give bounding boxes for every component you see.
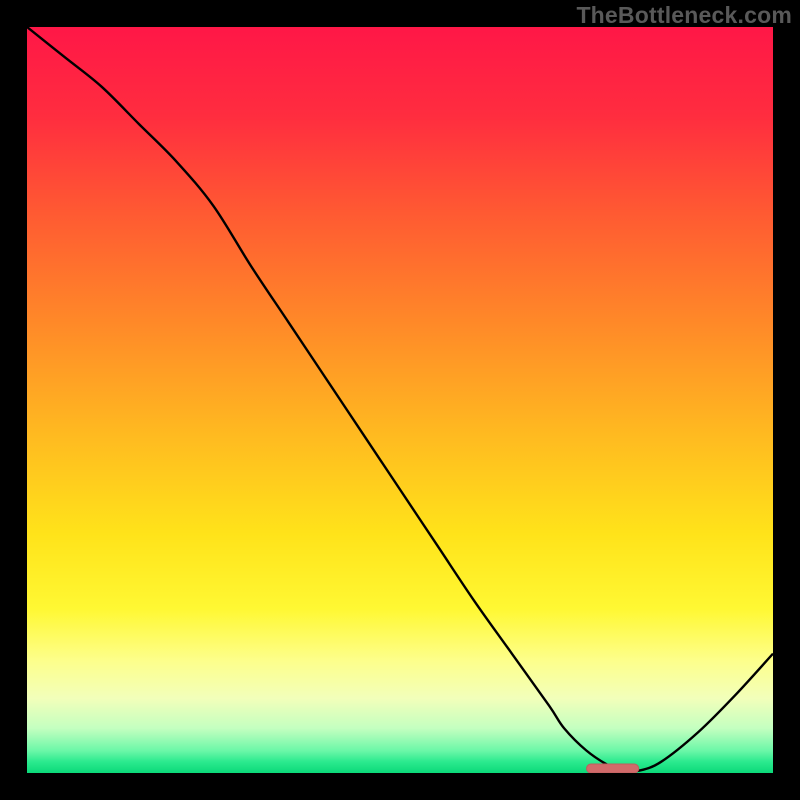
chart-svg	[27, 27, 773, 773]
chart-frame: TheBottleneck.com	[0, 0, 800, 800]
plot-area	[27, 27, 773, 773]
gradient-background	[27, 27, 773, 773]
optimal-marker	[587, 764, 639, 773]
watermark-text: TheBottleneck.com	[576, 2, 792, 29]
